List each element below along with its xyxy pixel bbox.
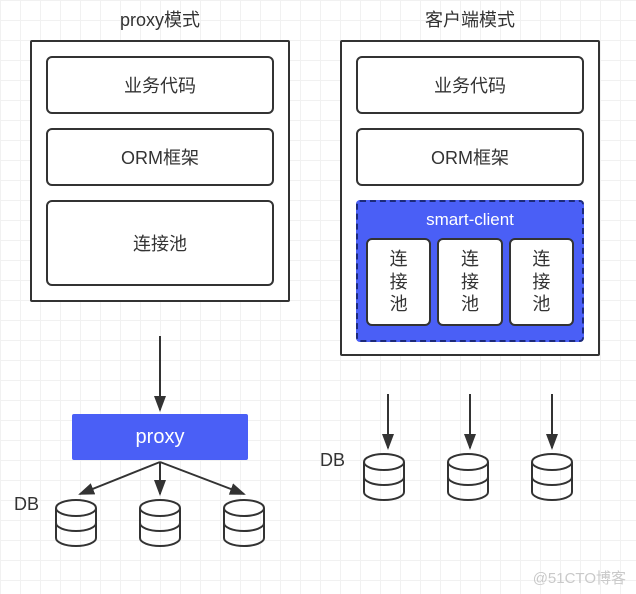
business-code-box: 业务代码: [356, 56, 584, 114]
watermark: @51CTO博客: [533, 567, 626, 588]
db-row-right: [360, 452, 576, 504]
pool-row: 连 接 池 连 接 池 连 接 池: [366, 238, 574, 326]
pool-label: 连 接 池: [461, 248, 479, 316]
database-icon: [136, 498, 184, 550]
db-label-right: DB: [320, 450, 345, 471]
proxy-mode-title: proxy模式: [30, 6, 290, 32]
business-code-box: 业务代码: [46, 56, 274, 114]
db-row-left: [52, 498, 268, 550]
proxy-mode-column: proxy模式 业务代码 ORM框架 连接池: [30, 6, 290, 302]
proxy-mode-container: 业务代码 ORM框架 连接池: [30, 40, 290, 302]
pool-label: 连 接 池: [532, 248, 550, 316]
database-icon: [528, 452, 576, 504]
connection-pool: 连 接 池: [509, 238, 574, 326]
connection-pool-box: 连接池: [46, 200, 274, 286]
proxy-box: proxy: [72, 414, 248, 460]
client-mode-column: 客户端模式 业务代码 ORM框架 smart-client 连 接 池 连 接 …: [340, 6, 600, 356]
client-mode-container: 业务代码 ORM框架 smart-client 连 接 池 连 接 池 连 接 …: [340, 40, 600, 356]
smart-client-box: smart-client 连 接 池 连 接 池 连 接 池: [356, 200, 584, 342]
smart-client-title: smart-client: [366, 210, 574, 230]
database-icon: [360, 452, 408, 504]
database-icon: [220, 498, 268, 550]
connection-pool: 连 接 池: [437, 238, 502, 326]
db-label-left: DB: [14, 494, 39, 515]
pool-label: 连 接 池: [390, 248, 408, 316]
orm-framework-box: ORM框架: [46, 128, 274, 186]
connection-pool: 连 接 池: [366, 238, 431, 326]
orm-framework-box: ORM框架: [356, 128, 584, 186]
client-mode-title: 客户端模式: [340, 6, 600, 32]
database-icon: [52, 498, 100, 550]
database-icon: [444, 452, 492, 504]
